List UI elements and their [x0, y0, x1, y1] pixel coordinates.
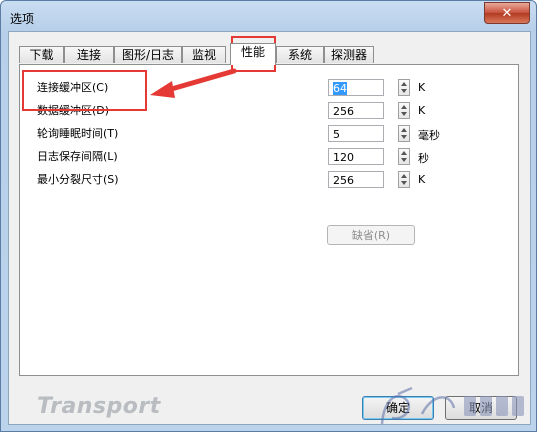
brand-logo: Transport: [37, 394, 161, 419]
log-save-interval-input[interactable]: 120: [328, 148, 384, 165]
highlight-box-buffers: [22, 70, 147, 111]
log-save-interval-unit: 秒: [418, 152, 429, 165]
tab-system[interactable]: 系统: [276, 46, 324, 63]
data-buffer-unit: K: [418, 104, 426, 117]
options-dialog: 选项 ✕ 下载 连接 图形/日志 监视 性能 系统 探测器 连接缓冲区(C) 6…: [0, 0, 537, 432]
tab-detector[interactable]: 探测器: [324, 46, 374, 63]
min-split-size-label: 最小分裂尺寸(S): [37, 173, 119, 186]
connection-buffer-unit: K: [418, 81, 426, 94]
close-icon: ✕: [501, 5, 513, 21]
tab-graphics-log[interactable]: 图形/日志: [114, 46, 182, 63]
connection-buffer-input[interactable]: 64: [328, 79, 384, 96]
spin-up-down-icon[interactable]: [398, 148, 410, 165]
spin-up-down-icon[interactable]: [398, 79, 410, 96]
polling-sleep-label: 轮询睡眠时间(T): [37, 127, 119, 140]
log-save-interval-label: 日志保存间隔(L): [37, 150, 118, 163]
min-split-size-input[interactable]: 256: [328, 171, 384, 188]
min-split-size-unit: K: [418, 173, 426, 186]
watermark-logo: [380, 386, 524, 425]
polling-sleep-unit: 毫秒: [418, 129, 440, 142]
data-buffer-input[interactable]: 256: [328, 102, 384, 119]
tab-monitor[interactable]: 监视: [182, 46, 226, 63]
tab-connection[interactable]: 连接: [64, 46, 114, 63]
window-title: 选项: [10, 12, 35, 26]
spin-up-down-icon[interactable]: [398, 102, 410, 119]
tab-download[interactable]: 下载: [19, 46, 64, 63]
tab-performance[interactable]: 性能: [230, 43, 276, 65]
title-bar: 选项 ✕: [1, 1, 536, 33]
close-button[interactable]: ✕: [484, 2, 530, 24]
spin-up-down-icon[interactable]: [398, 125, 410, 142]
polling-sleep-input[interactable]: 5: [328, 125, 384, 142]
default-button[interactable]: 缺省(R): [327, 225, 415, 245]
spin-up-down-icon[interactable]: [398, 171, 410, 188]
red-arrow-icon: [150, 68, 237, 98]
